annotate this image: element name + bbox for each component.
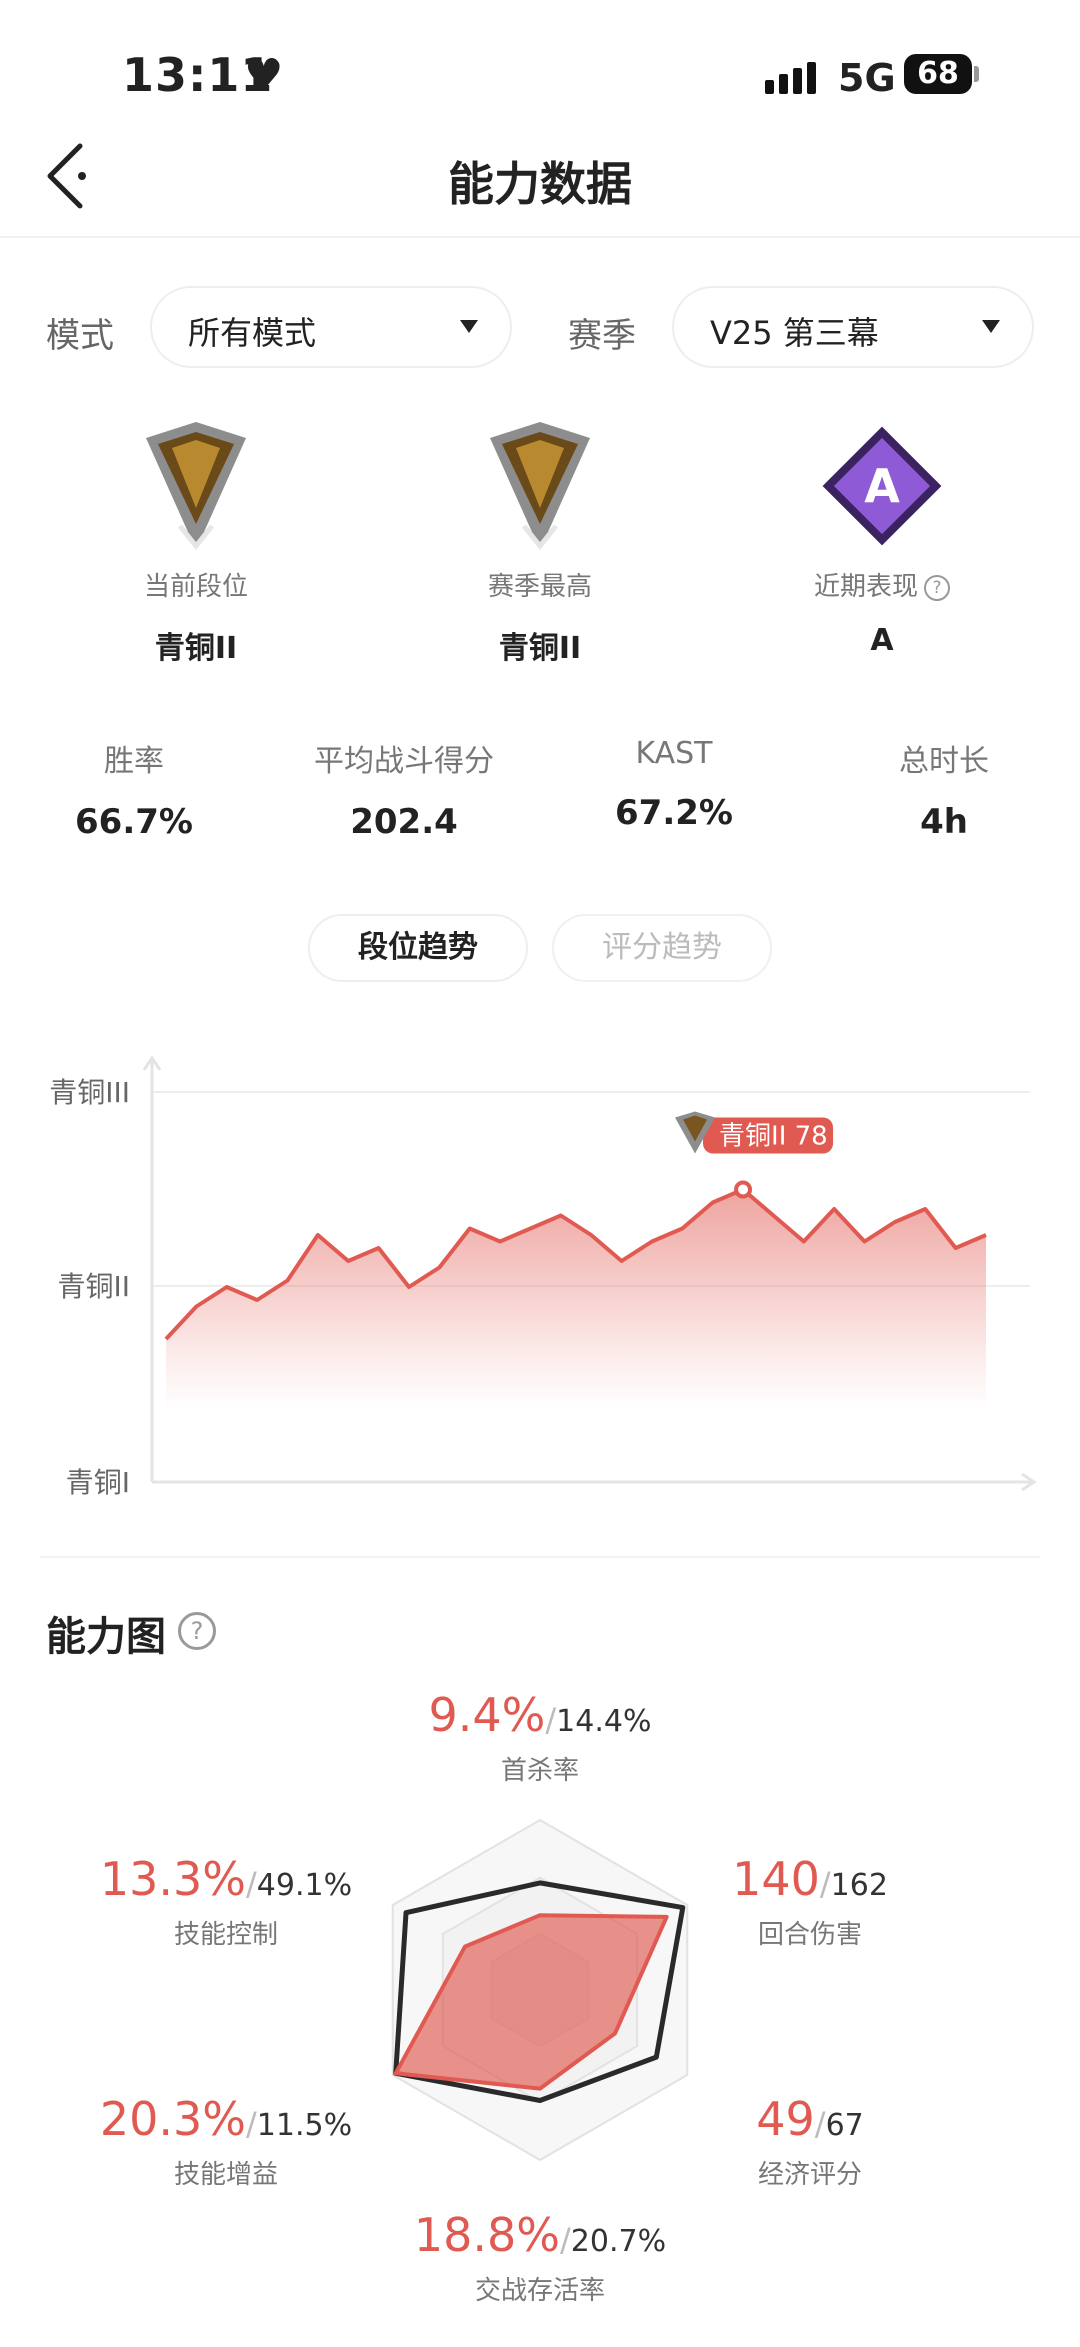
metric-value: 20.3% [99,2092,247,2146]
heart-icon: ♥ [244,50,284,101]
stat-value: 66.7% [75,802,193,842]
bronze-rank-icon [490,422,590,551]
season-select[interactable]: V25 第三幕 [672,286,1034,368]
metric-compare: 11.5% [256,2108,353,2143]
tooltip-text: 青铜II 78 [719,1122,828,1152]
stat-total-time: 总时长 4h [834,736,1054,842]
stat-label: 总时长 [899,744,989,779]
header-divider [0,236,1080,238]
metric-value: 18.8% [413,2208,561,2262]
metric-compare: 67 [825,2108,864,2143]
metric-compare: 162 [830,1868,888,1903]
bronze-rank-icon [146,422,246,551]
stat-kast: KAST 67.2% [564,736,784,833]
stat-value: 67.2% [615,793,733,833]
help-icon[interactable]: ? [924,574,950,601]
metric-compare: 20.7% [570,2224,667,2259]
stat-avg-score: 平均战斗得分 202.4 [294,736,514,842]
season-best-label: 赛季最高 [487,572,592,602]
recent-performance-card[interactable]: A 近期表现? A [742,418,1022,658]
chevron-down-icon [460,320,478,333]
current-rank-label: 当前段位 [143,572,248,602]
season-best-card: 赛季最高 青铜II [400,418,680,667]
y-tick-label: 青铜I [66,1466,130,1499]
recent-performance-label: 近期表现? [742,566,1022,603]
stat-label: 胜率 [104,744,164,779]
y-tick-label: 青铜III [49,1076,130,1109]
season-best-value: 青铜II [498,631,582,666]
chevron-down-icon [982,320,1000,333]
stat-label: KAST [635,736,713,771]
current-rank-card: 当前段位 青铜II [56,418,336,667]
tab-rank-trend[interactable]: 段位趋势 [308,914,528,982]
signal-icon [765,62,821,94]
highlight-point[interactable] [734,1180,753,1199]
tab-score-trend[interactable]: 评分趋势 [552,914,772,982]
metric-value: 140 [732,1852,820,1906]
network-type: 5G [838,56,896,100]
battery-cap [974,66,979,82]
recent-performance-value: A [870,623,894,658]
metric-compare: 49.1% [256,1868,353,1903]
season-label: 赛季 [568,316,636,356]
mode-label: 模式 [46,316,114,356]
page-title: 能力数据 [448,157,632,211]
metric-name: 技能增益 [173,2160,278,2190]
metric-name: 回合伤害 [757,1920,862,1950]
mode-value: 所有模式 [188,314,317,352]
current-rank-value: 青铜II [154,631,238,666]
mode-select[interactable]: 所有模式 [150,286,512,368]
stat-value: 4h [920,802,968,842]
rank-trend-chart: 青铜III 青铜II 青铜I 青铜II 78 [49,1055,1037,1499]
metric-value: 9.4% [428,1688,546,1742]
trend-area [166,1189,986,1410]
battery-icon: 68 [904,54,972,94]
metric-skill-control: 13.3%/49.1% 技能控制 [96,1852,356,1951]
metric-first-kill: 9.4%/14.4% 首杀率 [410,1688,670,1787]
section-divider [40,1556,1040,1558]
metric-economy: 49/67 经济评分 [680,2092,940,2191]
metric-round-damage: 140/162 回合伤害 [680,1852,940,1951]
recent-performance-label-text: 近期表现 [813,572,918,602]
metric-name: 交战存活率 [474,2276,605,2306]
stat-value: 202.4 [350,802,458,842]
grade-badge-icon: A [822,426,942,546]
metric-name: 技能控制 [173,1920,278,1950]
stat-winrate: 胜率 66.7% [24,736,244,842]
trend-tooltip: 青铜II 78 [675,1111,834,1154]
metric-value: 13.3% [99,1852,247,1906]
grade-letter: A [864,459,900,513]
metric-skill-buff: 20.3%/11.5% 技能增益 [96,2092,356,2191]
season-value: V25 第三幕 [710,314,879,352]
stat-label: 平均战斗得分 [314,744,494,779]
metric-name: 经济评分 [757,2160,862,2190]
metric-survival: 18.8%/20.7% 交战存活率 [410,2208,670,2307]
y-tick-label: 青铜II [57,1270,130,1303]
metric-value: 49 [756,2092,815,2146]
metric-name: 首杀率 [500,1756,579,1786]
metric-compare: 14.4% [556,1704,652,1739]
